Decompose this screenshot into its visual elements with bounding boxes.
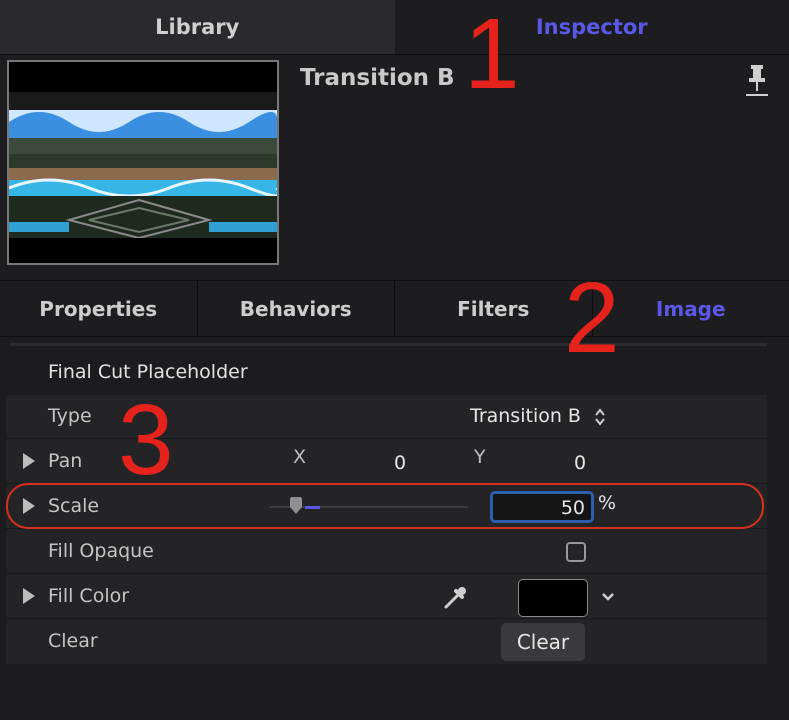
- tab-filters[interactable]: Filters: [395, 281, 593, 336]
- fill-opaque-row: Fill Opaque: [6, 530, 767, 574]
- pin-icon[interactable]: [746, 63, 768, 97]
- clear-button[interactable]: Clear: [501, 623, 585, 661]
- annotation-2: 2: [564, 262, 620, 374]
- fill-color-label: Fill Color: [48, 585, 130, 607]
- fill-opaque-label: Fill Opaque: [48, 540, 154, 562]
- tab-image[interactable]: Image: [593, 281, 789, 336]
- transition-thumbnail: [7, 60, 279, 265]
- inspector-tab-bar: Properties Behaviors Filters Image: [0, 281, 789, 337]
- chevron-down-icon[interactable]: [600, 588, 616, 604]
- section-divider: [10, 343, 767, 346]
- section-title: Final Cut Placeholder: [48, 361, 248, 383]
- pan-x-label: X: [293, 446, 307, 468]
- fill-opaque-checkbox[interactable]: [566, 542, 586, 562]
- clear-row: Clear Clear: [6, 620, 767, 664]
- tab-behaviors[interactable]: Behaviors: [198, 281, 395, 336]
- header-title: Transition B: [300, 65, 455, 91]
- type-label: Type: [48, 405, 92, 427]
- top-tab-bar: Library Inspector: [0, 0, 789, 55]
- pan-label: Pan: [48, 450, 83, 472]
- fill-color-row: Fill Color: [6, 575, 767, 619]
- thumbnail-image: [9, 62, 277, 263]
- clear-label: Clear: [48, 630, 98, 652]
- annotation-3: 3: [118, 384, 174, 496]
- disclosure-triangle-icon[interactable]: [23, 453, 35, 469]
- fill-color-swatch[interactable]: [518, 579, 588, 617]
- disclosure-triangle-icon[interactable]: [23, 588, 35, 604]
- tab-library[interactable]: Library: [0, 0, 395, 54]
- tab-inspector[interactable]: Inspector: [394, 0, 789, 54]
- type-popup[interactable]: Transition B: [470, 405, 581, 427]
- eyedropper-icon[interactable]: [442, 585, 468, 611]
- pan-y-value[interactable]: 0: [574, 452, 586, 474]
- tab-properties[interactable]: Properties: [0, 281, 198, 336]
- pan-x-value[interactable]: 0: [394, 452, 406, 474]
- inspector-header: Transition B: [0, 55, 789, 281]
- pan-y-label: Y: [474, 446, 486, 468]
- annotation-1: 1: [464, 0, 520, 110]
- up-down-arrows-icon[interactable]: [594, 407, 606, 427]
